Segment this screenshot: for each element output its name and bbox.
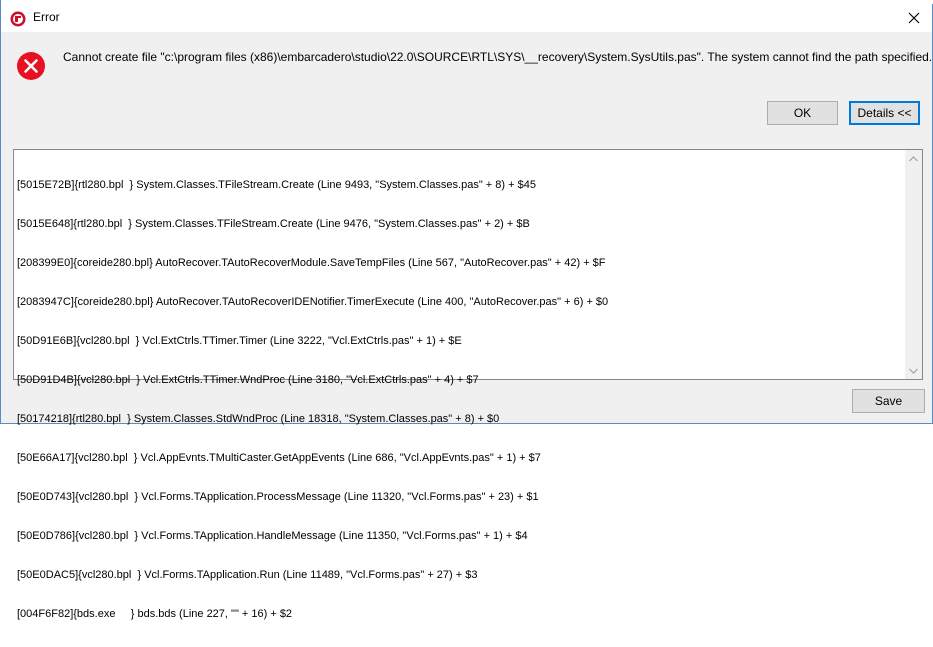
log-line: [004F6F82]{bds.exe } bds.bds (Line 227, … xyxy=(17,608,293,620)
log-lines: [5015E72B]{rtl280.bpl } System.Classes.T… xyxy=(17,153,904,647)
error-message: Cannot create file "c:\program files (x8… xyxy=(63,50,933,64)
scroll-up-arrow-icon[interactable] xyxy=(905,150,922,167)
scroll-down-arrow-icon[interactable] xyxy=(905,362,922,379)
log-line: [50E0DAC5]{vcl280.bpl } Vcl.Forms.TAppli… xyxy=(17,569,478,581)
log-line: [50E66A17]{vcl280.bpl } Vcl.AppEvnts.TMu… xyxy=(17,452,541,464)
delphi-logo-icon xyxy=(10,11,26,27)
close-icon xyxy=(908,12,920,24)
log-line: [208399E0]{coreide280.bpl} AutoRecover.T… xyxy=(17,257,606,269)
log-line: [50174218]{rtl280.bpl } System.Classes.S… xyxy=(17,413,500,425)
log-line: [5015E648]{rtl280.bpl } System.Classes.T… xyxy=(17,218,530,230)
window-title: Error xyxy=(33,10,60,24)
vertical-scrollbar[interactable] xyxy=(905,150,922,379)
log-line: [50D91E6B]{vcl280.bpl } Vcl.ExtCtrls.TTi… xyxy=(17,335,462,347)
title-bar[interactable]: Error xyxy=(1,4,932,32)
details-button[interactable]: Details << xyxy=(849,101,920,125)
log-line: [50D91D4B]{vcl280.bpl } Vcl.ExtCtrls.TTi… xyxy=(17,374,479,386)
save-button[interactable]: Save xyxy=(852,389,925,413)
ok-button[interactable]: OK xyxy=(767,101,838,125)
log-line: [5015E72B]{rtl280.bpl } System.Classes.T… xyxy=(17,179,536,191)
log-line: [2083947C]{coreide280.bpl} AutoRecover.T… xyxy=(17,296,609,308)
log-line: [50E0D743]{vcl280.bpl } Vcl.Forms.TAppli… xyxy=(17,491,539,503)
call-stack-log[interactable]: [5015E72B]{rtl280.bpl } System.Classes.T… xyxy=(13,149,923,620)
close-button[interactable] xyxy=(902,6,926,30)
error-icon xyxy=(16,51,46,81)
error-dialog: Error Cannot create file "c:\program fil… xyxy=(0,0,933,620)
log-line: [50E0D786]{vcl280.bpl } Vcl.Forms.TAppli… xyxy=(17,530,528,542)
